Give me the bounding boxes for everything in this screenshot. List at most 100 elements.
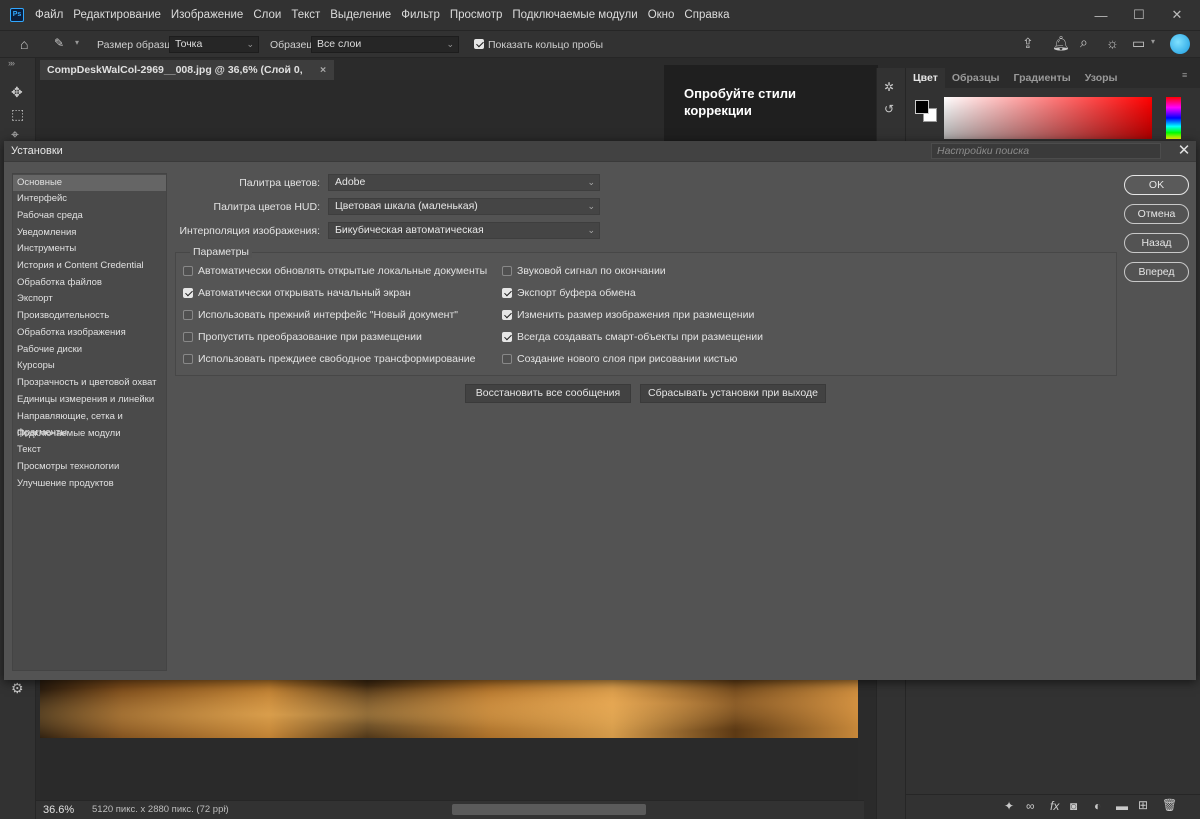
forward-button[interactable]: Вперед	[1124, 262, 1189, 282]
nav-item-notifications[interactable]: Уведомления	[13, 225, 166, 241]
beep-when-done-checkbox[interactable]	[502, 266, 512, 276]
menu-help[interactable]: Справка	[679, 9, 734, 21]
nav-item-interface[interactable]: Интерфейс	[13, 191, 166, 207]
color-picker-select[interactable]: Adobe ⌄	[328, 174, 600, 191]
nav-item-type[interactable]: Текст	[13, 442, 166, 458]
marquee-tool-icon[interactable]: ⬚	[11, 106, 24, 123]
discover-bulb-icon[interactable]: ☼	[1106, 35, 1119, 51]
home-icon[interactable]: ⌂	[20, 36, 28, 52]
avatar[interactable]	[1170, 34, 1190, 54]
tab-patterns[interactable]: Узоры	[1078, 68, 1125, 88]
search-icon[interactable]: ⌕	[1080, 34, 1088, 51]
color-panel-tabs: Цвет Образцы Градиенты Узоры	[906, 68, 1200, 88]
legacy-free-transform-checkbox[interactable]	[183, 354, 193, 364]
canvas-pasteboard[interactable]	[40, 738, 858, 800]
folder-icon[interactable]: ▬	[1116, 799, 1128, 813]
menu-select[interactable]: Выделение	[325, 9, 396, 21]
legacy-new-document-checkbox[interactable]	[183, 310, 193, 320]
resize-on-place-checkbox[interactable]	[502, 310, 512, 320]
close-tab-icon[interactable]: ×	[320, 60, 326, 80]
nav-item-performance[interactable]: Производительность	[13, 308, 166, 324]
menu-layers[interactable]: Слои	[248, 9, 286, 21]
canvas-area[interactable]	[40, 80, 664, 140]
menu-type[interactable]: Текст	[286, 9, 325, 21]
nav-item-plugins[interactable]: Подключаемые модули	[13, 426, 166, 442]
show-ring-label: Показать кольцо пробы	[488, 39, 604, 51]
menu-filter[interactable]: Фильтр	[396, 9, 445, 21]
horizontal-scrollbar[interactable]	[452, 804, 646, 815]
auto-show-home-checkbox[interactable]	[183, 288, 193, 298]
nav-item-workspace[interactable]: Рабочая среда	[13, 208, 166, 224]
nav-item-guides[interactable]: Направляющие, сетка и фрагменты	[13, 409, 166, 438]
trash-icon[interactable]: 🗑︎	[1162, 798, 1177, 812]
adjustments-icon[interactable]: ✲	[884, 80, 894, 94]
back-button[interactable]: Назад	[1124, 233, 1189, 253]
menu-file[interactable]: Файл	[30, 9, 68, 21]
history-icon[interactable]: ↺	[884, 102, 894, 116]
bell-icon[interactable]: 🔔︎	[1052, 35, 1070, 52]
mask-icon[interactable]: ◙	[1070, 799, 1077, 813]
nav-item-general[interactable]: Основные	[13, 175, 166, 191]
export-clipboard-checkbox[interactable]	[502, 288, 512, 298]
sample-select[interactable]: Все слои ⌄	[311, 36, 459, 53]
sample-label: Образец:	[270, 39, 316, 51]
nav-item-export[interactable]: Экспорт	[13, 291, 166, 307]
vertical-scrollbar[interactable]	[858, 680, 864, 800]
cancel-button[interactable]: Отмена	[1124, 204, 1189, 224]
eyedropper-tool-icon[interactable]: ✎	[54, 36, 64, 50]
nav-item-scratch-disks[interactable]: Рабочие диски	[13, 342, 166, 358]
chevron-right-icon[interactable]: ›	[223, 803, 226, 814]
adjustment-layer-icon[interactable]: ◐	[1094, 799, 1101, 813]
nav-item-product-improvement[interactable]: Улучшение продуктов	[13, 476, 166, 492]
move-tool-icon[interactable]: ✥	[11, 84, 23, 101]
hue-slider[interactable]	[1166, 97, 1181, 139]
restore-messages-button[interactable]: Восстановить все сообщения	[465, 384, 631, 403]
close-window-icon[interactable]: ✕	[1154, 0, 1200, 30]
expand-icon[interactable]: »	[10, 58, 15, 68]
tab-swatches[interactable]: Образцы	[945, 68, 1007, 88]
panel-menu-icon[interactable]: ≡	[1182, 70, 1187, 80]
sparkle-icon[interactable]: ✦	[1004, 799, 1014, 813]
interpolation-select[interactable]: Бикубическая автоматическая ⌄	[328, 222, 600, 239]
new-layer-brush-checkbox[interactable]	[502, 354, 512, 364]
document-tab[interactable]: CompDeskWalCol-2969__008.jpg @ 36,6% (Сл…	[40, 60, 334, 96]
nav-item-history[interactable]: История и Content Credential	[13, 258, 166, 274]
nav-item-tools[interactable]: Инструменты	[13, 241, 166, 257]
auto-update-checkbox[interactable]	[183, 266, 193, 276]
hud-picker-select[interactable]: Цветовая шкала (маленькая) ⌄	[328, 198, 600, 215]
nav-item-technology-previews[interactable]: Просмотры технологии	[13, 459, 166, 475]
chevron-down-icon[interactable]: ▾	[75, 38, 79, 47]
menu-plugins[interactable]: Подключаемые модули	[507, 9, 642, 21]
ok-button[interactable]: OK	[1124, 175, 1189, 195]
menu-image[interactable]: Изображение	[166, 9, 248, 21]
tab-color[interactable]: Цвет	[906, 68, 945, 88]
menu-view[interactable]: Просмотр	[445, 9, 508, 21]
link-icon[interactable]: ∞	[1026, 799, 1035, 813]
workspace-icon[interactable]: ▭	[1132, 35, 1145, 52]
new-layer-icon[interactable]: ⊞	[1138, 798, 1148, 812]
tab-gradients[interactable]: Градиенты	[1007, 68, 1078, 88]
fx-icon[interactable]: fx	[1050, 799, 1059, 813]
reset-on-quit-button[interactable]: Сбрасывать установки при выходе	[640, 384, 826, 403]
foreground-color-swatch-front[interactable]	[915, 100, 929, 114]
color-field[interactable]	[944, 97, 1152, 139]
edit-toolbar-icon[interactable]: ⚙	[11, 680, 24, 697]
beep-when-done-label: Звуковой сигнал по окончании	[517, 265, 666, 277]
chevron-down-icon[interactable]: ▾	[1151, 37, 1155, 46]
zoom-level[interactable]: 36.6%	[43, 804, 74, 816]
menu-edit[interactable]: Редактирование	[68, 9, 166, 21]
nav-item-cursors[interactable]: Курсоры	[13, 358, 166, 374]
nav-item-units[interactable]: Единицы измерения и линейки	[13, 392, 166, 408]
close-dialog-icon[interactable]: ✕	[1176, 141, 1192, 161]
nav-item-file-handling[interactable]: Обработка файлов	[13, 275, 166, 291]
nav-item-transparency[interactable]: Прозрачность и цветовой охват	[13, 375, 166, 391]
nav-item-image-processing[interactable]: Обработка изображения	[13, 325, 166, 341]
chevron-down-icon: ⌄	[587, 201, 595, 211]
smart-objects-on-place-checkbox[interactable]	[502, 332, 512, 342]
sample-size-select[interactable]: Точка ⌄	[169, 36, 259, 53]
menu-window[interactable]: Окно	[643, 9, 680, 21]
share-icon[interactable]: ⇪	[1022, 35, 1034, 52]
show-ring-checkbox[interactable]	[474, 39, 484, 49]
settings-search-input[interactable]: Настройки поиска	[931, 143, 1161, 159]
skip-transform-checkbox[interactable]	[183, 332, 193, 342]
